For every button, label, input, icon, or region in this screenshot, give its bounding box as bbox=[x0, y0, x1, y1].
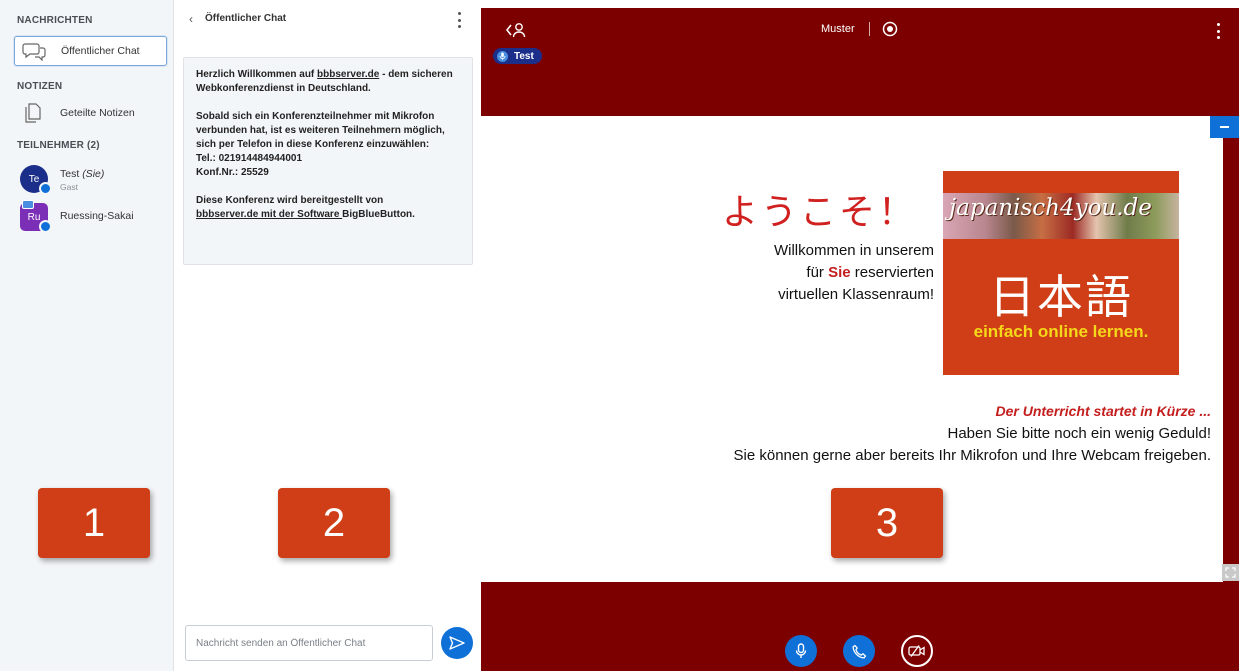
slide-heading-japanese: ようこそ！ bbox=[722, 192, 918, 233]
slide-welcome-line: virtuellen Klassenraum! bbox=[778, 286, 934, 303]
slide-notice-line: Haben Sie bitte noch ein wenig Geduld! bbox=[947, 425, 1211, 442]
webcam-off-icon bbox=[908, 645, 925, 657]
recording-icon[interactable] bbox=[882, 21, 898, 42]
sidebar-item-shared-notes[interactable]: Geteilte Notizen bbox=[14, 98, 167, 128]
user-list-item[interactable]: Te Test (Sie) Gast bbox=[20, 165, 170, 195]
leave-audio-button[interactable] bbox=[843, 635, 875, 667]
presenter-icon bbox=[22, 200, 34, 209]
dial-in-conference: Konf.Nr.: 25529 bbox=[196, 167, 269, 178]
annotation-badge-2: 2 bbox=[278, 488, 390, 558]
user-list-item[interactable]: Ru Ruessing-Sakai bbox=[20, 200, 170, 233]
chat-panel: ‹ Öffentlicher Chat Herzlich Willkommen … bbox=[175, 0, 480, 671]
chat-options-icon[interactable] bbox=[454, 12, 464, 28]
chevron-left-icon[interactable]: ‹ bbox=[189, 12, 193, 26]
microphone-icon bbox=[795, 643, 807, 658]
dial-in-paragraph: Sobald sich ein Konferenzteilnehmer mit … bbox=[196, 110, 462, 180]
microphone-icon bbox=[39, 220, 52, 233]
send-message-button[interactable] bbox=[441, 627, 473, 659]
share-webcam-button[interactable] bbox=[901, 635, 933, 667]
notes-heading: NOTIZEN bbox=[17, 81, 63, 92]
presentation-area: Muster Test ようこそ！ Willkommen in unserem … bbox=[481, 8, 1239, 671]
minimize-presentation-button[interactable] bbox=[1210, 116, 1239, 138]
minus-icon bbox=[1220, 126, 1229, 128]
logo-kanji: 日本語 bbox=[989, 270, 1133, 324]
slide-welcome-reserved: reservierten bbox=[854, 264, 934, 281]
microphone-icon bbox=[39, 182, 52, 195]
welcome-link[interactable]: bbbserver.de bbox=[317, 69, 379, 80]
welcome-paragraph: Herzlich Willkommen auf bbbserver.de - d… bbox=[196, 68, 462, 96]
dial-in-phone: Tel.: 021914484944001 bbox=[196, 153, 303, 164]
provider-link[interactable]: bbbserver.de mit der Software bbox=[196, 209, 342, 220]
school-logo: japanisch4you.de 日本語 einfach online lern… bbox=[943, 171, 1179, 375]
annotation-badge-3: 3 bbox=[831, 488, 943, 558]
chat-bubbles-icon bbox=[21, 40, 47, 62]
options-menu-icon[interactable] bbox=[1213, 23, 1223, 39]
meeting-title: Muster bbox=[821, 23, 855, 35]
logo-script-text: japanisch4you.de bbox=[949, 195, 1152, 221]
provider-text: Diese Konferenz wird bereitgestellt von bbox=[196, 195, 384, 206]
welcome-text: Herzlich Willkommen auf bbox=[196, 69, 318, 80]
logo-tagline: einfach online lernen. bbox=[973, 322, 1149, 341]
fullscreen-button[interactable] bbox=[1222, 564, 1239, 581]
title-divider bbox=[869, 22, 870, 36]
sidebar-item-label: Geteilte Notizen bbox=[60, 107, 135, 119]
slide-welcome-for: für bbox=[806, 264, 829, 281]
user-list-sidebar: NACHRICHTEN Öffentlicher Chat NOTIZEN Ge… bbox=[0, 0, 174, 671]
dial-in-text: Sobald sich ein Konferenzteilnehmer mit … bbox=[196, 111, 445, 150]
chat-title[interactable]: Öffentlicher Chat bbox=[205, 13, 286, 24]
user-name-line: Test (Sie) bbox=[60, 168, 104, 180]
expand-icon bbox=[1225, 567, 1236, 578]
messages-heading: NACHRICHTEN bbox=[17, 15, 93, 26]
sidebar-item-public-chat[interactable]: Öffentlicher Chat bbox=[14, 36, 167, 66]
user-name: Ruessing-Sakai bbox=[60, 210, 134, 222]
provider-text: BigBlueButton. bbox=[342, 209, 415, 220]
provider-paragraph: Diese Konferenz wird bereitgestellt von … bbox=[196, 194, 462, 222]
participants-heading: TEILNEHMER (2) bbox=[17, 140, 100, 151]
chat-message-input[interactable] bbox=[185, 625, 433, 661]
self-tag: (Sie) bbox=[82, 168, 105, 180]
mute-microphone-button[interactable] bbox=[785, 635, 817, 667]
presentation-slide: ようこそ！ Willkommen in unserem für Sie rese… bbox=[481, 116, 1223, 582]
user-role: Gast bbox=[60, 182, 78, 192]
welcome-message: Herzlich Willkommen auf bbbserver.de - d… bbox=[183, 57, 473, 265]
send-icon bbox=[449, 636, 465, 650]
slide-notice-heading: Der Unterricht startet in Kürze ... bbox=[995, 403, 1212, 419]
talking-indicator: Test bbox=[493, 48, 542, 64]
annotation-badge-1: 1 bbox=[38, 488, 150, 558]
slide-welcome-sie: Sie bbox=[828, 264, 851, 281]
microphone-icon bbox=[497, 50, 508, 62]
user-list-toggle-icon[interactable] bbox=[505, 22, 527, 43]
document-icon bbox=[20, 102, 46, 124]
sidebar-item-label: Öffentlicher Chat bbox=[61, 45, 140, 57]
slide-welcome-line: für Sie reservierten bbox=[806, 264, 934, 281]
phone-icon bbox=[851, 644, 866, 659]
slide-notice-line: Sie können gerne aber bereits Ihr Mikrof… bbox=[733, 447, 1212, 464]
chat-header: ‹ Öffentlicher Chat bbox=[175, 0, 480, 40]
talking-user-name: Test bbox=[514, 50, 534, 62]
slide-welcome-line: Willkommen in unserem bbox=[773, 242, 934, 259]
user-name: Test bbox=[60, 168, 80, 180]
